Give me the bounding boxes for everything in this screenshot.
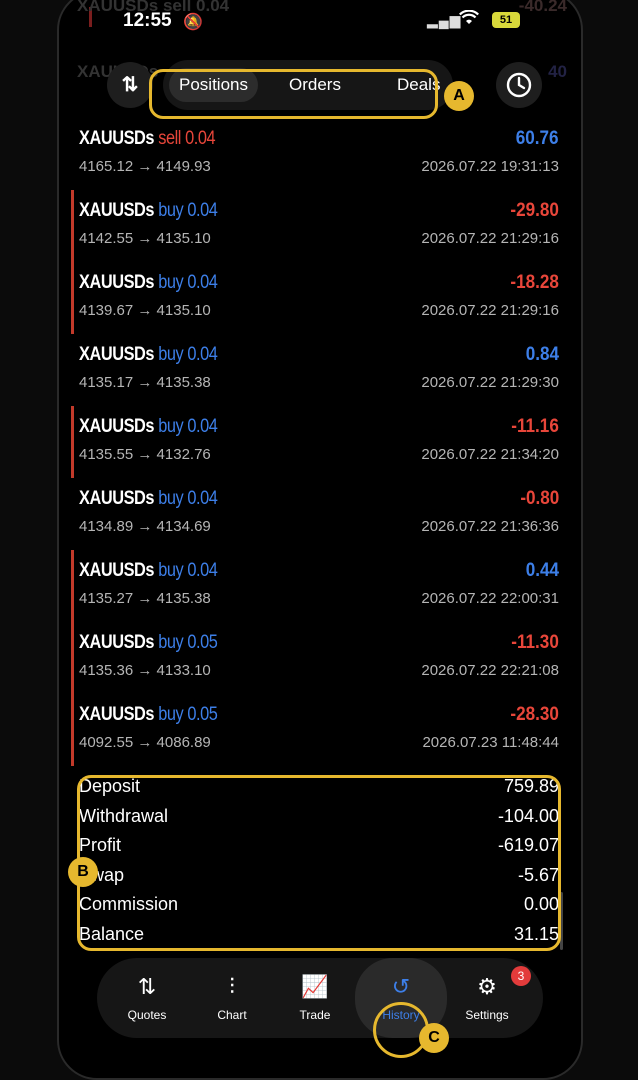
trade-time: 2026.07.22 21:36:36 [421,518,559,535]
status-bar: 12:55 🔕 ▂▄▆ 51 [59,0,581,48]
trade-prices: 4135.55 → 4132.76 [79,446,211,463]
trade-prices: 4135.27 → 4135.38 [79,590,211,607]
trade-profit: -28.30 [510,704,559,725]
trade-symbol: XAUUSDs sell 0.04 [79,128,216,149]
notification-badge: 3 [511,966,531,986]
trade-row[interactable]: XAUUSDs buy 0.05 4092.55 → 4086.89 -28.30 2… [59,694,581,766]
trade-side: buy 0.04 [158,488,218,509]
trade-profit: -0.80 [520,488,559,509]
period-button[interactable] [496,62,542,108]
trade-profit: 60.76 [516,128,559,149]
tab-chart[interactable]: ⫶ Chart [192,958,272,1038]
bottom-tab-bar: ⇅ Quotes ⫶ Chart 📈 Trade ↺ History ⚙ Settings 3 [97,958,543,1038]
trade-time: 2026.07.22 21:29:16 [421,302,559,319]
trade-row[interactable]: XAUUSDs buy 0.04 4135.55 → 4132.76 -11.16 2… [59,406,581,478]
trade-profit: 0.44 [525,560,559,581]
callout-c-label: C [419,1023,449,1053]
trade-prices: 4142.55 → 4135.10 [79,230,211,247]
trade-side: buy 0.04 [158,560,218,581]
trade-prices: 4092.55 → 4086.89 [79,734,211,751]
tab-settings[interactable]: ⚙ Settings 3 [447,958,531,1038]
trade-symbol: XAUUSDs buy 0.04 [79,344,218,365]
trade-row[interactable]: XAUUSDs buy 0.05 4135.36 → 4133.10 -11.30 2… [59,622,581,694]
trade-profit: -18.28 [510,272,559,293]
trade-symbol: XAUUSDs buy 0.05 [79,704,218,725]
trade-side: buy 0.04 [158,416,218,437]
history-icon: ↺ [391,974,411,999]
trade-side: buy 0.05 [158,704,218,725]
trade-time: 2026.07.22 22:00:31 [421,590,559,607]
bell-muted-icon: 🔕 [183,14,203,31]
tab-quotes[interactable]: ⇅ Quotes [107,958,187,1038]
trade-time: 2026.07.22 19:31:13 [421,158,559,175]
trade-symbol: XAUUSDs buy 0.04 [79,488,218,509]
tab-label: Trade [299,1008,331,1022]
trade-profit: -29.80 [510,200,559,221]
tab-trade[interactable]: 📈 Trade [275,958,355,1038]
loss-marker [71,694,74,766]
callout-b-frame [77,775,561,951]
chart-icon: ⫶ [229,974,235,999]
trade-profit: -11.30 [511,632,559,653]
trade-time: 2026.07.22 21:29:30 [421,374,559,391]
trade-icon: 📈 [301,974,329,999]
trade-time: 2026.07.22 21:34:20 [421,446,559,463]
signal-icon: ▂▄▆ [427,12,462,28]
trade-row[interactable]: XAUUSDs buy 0.04 4139.67 → 4135.10 -18.28 2… [59,262,581,334]
trade-row[interactable]: XAUUSDs buy 0.04 4135.27 → 4135.38 0.44 202… [59,550,581,622]
trade-prices: 4135.36 → 4133.10 [79,662,211,679]
callout-b-label: B [68,857,98,887]
trade-prices: 4165.12 → 4149.93 [79,158,211,175]
trade-row[interactable]: XAUUSDs buy 0.04 4134.89 → 4134.69 -0.80 20… [59,478,581,550]
trades-list: XAUUSDs sell 0.04 4165.12 → 4149.93 60.76 2… [59,118,581,766]
callout-a-label: A [444,81,474,111]
trade-prices: 4134.89 → 4134.69 [79,518,211,535]
callout-a-frame [149,69,438,119]
tab-label: Settings [465,1008,509,1022]
trade-row[interactable]: XAUUSDs buy 0.04 4142.55 → 4135.10 -29.80 2… [59,190,581,262]
trade-side: buy 0.04 [158,344,218,365]
sort-icon: ⇅ [121,74,139,96]
status-time: 12:55 [123,10,172,31]
trade-prices: 4135.17 → 4135.38 [79,374,211,391]
trade-row[interactable]: XAUUSDs buy 0.04 4135.17 → 4135.38 0.84 202… [59,334,581,406]
trade-side: buy 0.04 [158,272,218,293]
loss-marker [71,406,74,478]
trade-symbol: XAUUSDs buy 0.04 [79,416,218,437]
battery-icon: 51 [492,12,520,28]
trade-side: buy 0.05 [158,632,218,653]
trade-symbol: XAUUSDs buy 0.04 [79,200,218,221]
trade-time: 2026.07.23 11:48:44 [422,734,559,751]
trade-side: buy 0.04 [158,200,218,221]
quotes-icon: ⇅ [137,974,157,999]
clock-icon [506,72,532,98]
trade-row[interactable]: XAUUSDs sell 0.04 4165.12 → 4149.93 60.76 2… [59,118,581,190]
tab-label: Chart [217,1008,247,1022]
trade-symbol: XAUUSDs buy 0.04 [79,272,218,293]
trade-symbol: XAUUSDs buy 0.04 [79,560,218,581]
trade-prices: 4139.67 → 4135.10 [79,302,211,319]
loss-marker [71,622,74,694]
sort-button[interactable]: ⇅ [107,62,153,108]
tab-label: Quotes [127,1008,167,1022]
loss-marker [71,550,74,622]
trade-time: 2026.07.22 22:21:08 [421,662,559,679]
loss-marker [71,262,74,334]
wifi-icon [459,9,479,31]
trade-symbol: XAUUSDs buy 0.05 [79,632,218,653]
loss-marker [71,190,74,262]
trade-profit: -11.16 [511,416,559,437]
trade-time: 2026.07.22 21:29:16 [421,230,559,247]
trade-side: sell 0.04 [158,128,216,149]
trade-profit: 0.84 [525,344,559,365]
